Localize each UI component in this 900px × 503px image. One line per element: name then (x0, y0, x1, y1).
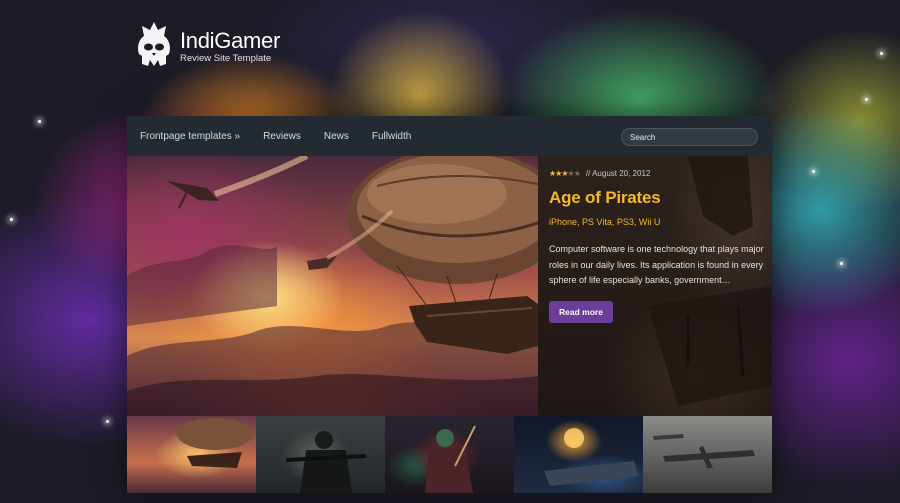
platforms-list: iPhone, PS Vita, PS3, Wii U (549, 217, 661, 227)
skull-logo-icon (136, 20, 172, 74)
star-sparkle (106, 420, 109, 423)
nav-item-frontpage-templates[interactable]: Frontpage templates » (140, 131, 240, 142)
nav-item-news[interactable]: News (324, 131, 349, 142)
thumbnail-space-battle[interactable] (514, 416, 643, 493)
star-sparkle (10, 218, 13, 221)
star-sparkle (880, 52, 883, 55)
thumbnail-aircraft[interactable] (643, 416, 772, 493)
thumbnail-fantasy-warrior[interactable] (385, 416, 514, 493)
star-sparkle (812, 170, 815, 173)
featured-content: ★★★★★ // August 20, 2012 Age of Pirates … (549, 169, 764, 323)
read-more-button[interactable]: Read more (549, 300, 613, 323)
star-sparkle (865, 98, 868, 101)
search-input[interactable] (621, 128, 758, 146)
featured-info-panel: ★★★★★ // August 20, 2012 Age of Pirates … (538, 156, 772, 416)
featured-title[interactable]: Age of Pirates (549, 188, 764, 208)
featured-excerpt: Computer software is one technology that… (549, 244, 764, 285)
thumbnail-airship[interactable] (127, 416, 256, 493)
star-rating: ★★★★★ (549, 169, 581, 178)
star-sparkle (840, 262, 843, 265)
thumbnail-soldier[interactable] (256, 416, 385, 493)
site-title: IndiGamer (180, 28, 281, 53)
post-date: // August 20, 2012 (585, 169, 651, 178)
main-nav: Frontpage templates » Reviews News Fullw… (127, 116, 772, 156)
site-subtitle: Review Site Template (180, 53, 272, 64)
nav-item-reviews[interactable]: Reviews (263, 131, 301, 142)
logo-text: IndiGamer Review Site Template (180, 28, 280, 64)
site-logo[interactable]: IndiGamer Review Site Template (136, 20, 280, 74)
thumbnail-strip (127, 416, 772, 493)
main-frame: Frontpage templates » Reviews News Fullw… (127, 116, 772, 493)
nav-item-fullwidth[interactable]: Fullwidth (372, 131, 411, 142)
star-sparkle (38, 120, 41, 123)
featured-hero-image[interactable] (127, 156, 538, 416)
star-empty-icon: ★ (573, 169, 581, 178)
post-meta: ★★★★★ // August 20, 2012 (549, 169, 764, 178)
